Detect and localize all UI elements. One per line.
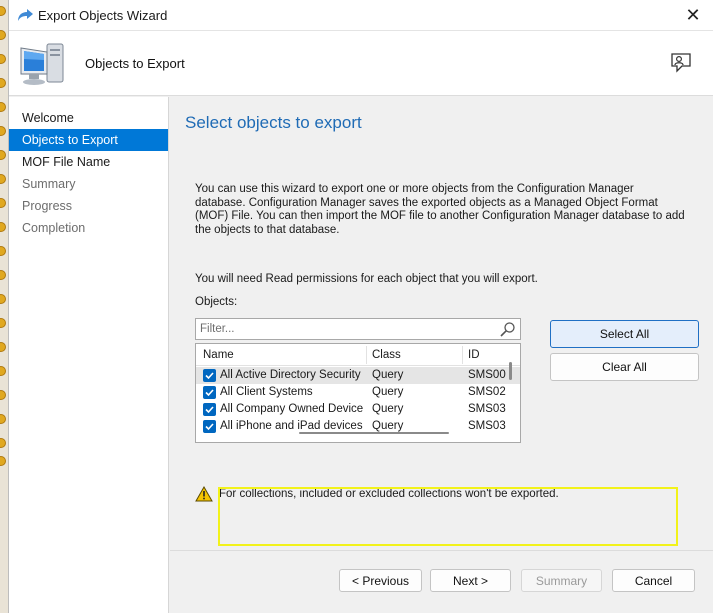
table-row[interactable]: All Client Systems Query SMS02: [196, 384, 520, 401]
desktop-icon: [0, 198, 6, 208]
person-help-icon[interactable]: [669, 51, 693, 75]
desktop-icon: [0, 318, 6, 328]
permissions-note: You will need Read permissions for each …: [195, 273, 538, 285]
column-header-name[interactable]: Name: [203, 349, 234, 361]
highlight-box: [218, 487, 678, 546]
desktop-icon: [0, 102, 6, 112]
column-divider[interactable]: [462, 346, 463, 364]
desktop-icon: [0, 438, 6, 448]
column-divider[interactable]: [366, 346, 367, 364]
desktop-icon: [0, 150, 6, 160]
close-icon[interactable]: ✕: [682, 4, 704, 26]
wizard-steps-sidebar: Welcome Objects to Export MOF File Name Sum…: [9, 97, 169, 613]
vertical-scrollbar[interactable]: [509, 362, 512, 380]
desktop-icon: [0, 456, 6, 466]
title-bar[interactable]: Export Objects Wizard ✕: [9, 0, 713, 31]
desktop-icon: [0, 246, 6, 256]
window-title: Export Objects Wizard: [38, 8, 168, 23]
table-row[interactable]: All Company Owned Devices Query SMS03: [196, 401, 520, 418]
sidebar-step-completion: Completion: [22, 221, 86, 235]
objects-table[interactable]: Name Class ID All Active Directory Secur…: [195, 343, 521, 443]
desktop-icon: [0, 174, 6, 184]
column-header-id[interactable]: ID: [468, 349, 480, 361]
sidebar-step-mof-file-name: MOF File Name: [22, 155, 111, 169]
wizard-header: Objects to Export: [9, 31, 713, 96]
row-checkbox[interactable]: [203, 369, 216, 382]
next-button[interactable]: Next >: [430, 569, 511, 592]
row-checkbox[interactable]: [203, 386, 216, 399]
cell-id: SMS03: [468, 420, 506, 432]
sidebar-step-progress: Progress: [22, 199, 73, 213]
row-checkbox[interactable]: [203, 420, 216, 433]
sidebar-step-summary: Summary: [22, 177, 76, 191]
clear-all-button[interactable]: Clear All: [550, 353, 699, 381]
cell-name: All iPhone and iPad devices: [220, 420, 363, 432]
desktop-icon: [0, 54, 6, 64]
search-icon[interactable]: [499, 321, 517, 338]
wizard-content: Select objects to export You can use thi…: [170, 97, 713, 613]
computer-icon: [20, 43, 64, 85]
desktop-icon: [0, 342, 6, 352]
table-row[interactable]: All Active Directory Security ... Query SM…: [196, 367, 520, 384]
footer-divider: [170, 550, 713, 551]
desktop-icon: [0, 270, 6, 280]
cell-class: Query: [372, 369, 404, 381]
cell-id: SMS00: [468, 369, 506, 381]
cell-class: Query: [372, 386, 404, 398]
desktop-icon: [0, 414, 6, 424]
cell-name: All Active Directory Security ...: [220, 369, 363, 381]
previous-button[interactable]: < Previous: [339, 569, 422, 592]
cell-class: Query: [372, 403, 404, 415]
filter-box[interactable]: [195, 318, 521, 340]
row-checkbox[interactable]: [203, 403, 216, 416]
summary-button[interactable]: Summary: [521, 569, 602, 592]
desktop-background-strip: [0, 0, 8, 613]
column-header-class[interactable]: Class: [372, 349, 401, 361]
desktop-icon: [0, 126, 6, 136]
select-all-button[interactable]: Select All: [550, 320, 699, 348]
desktop-icon: [0, 30, 6, 40]
desktop-icon: [0, 6, 6, 16]
wizard-window: Export Objects Wizard ✕ Objects to Expor…: [8, 0, 713, 613]
page-title: Select objects to export: [185, 113, 362, 132]
desktop-icon: [0, 222, 6, 232]
header-title: Objects to Export: [85, 56, 185, 71]
filter-input[interactable]: [200, 321, 490, 337]
cell-class: Query: [372, 420, 404, 432]
sidebar-step-welcome: Welcome: [22, 111, 74, 125]
cell-name: All Company Owned Devices: [220, 403, 363, 415]
wizard-description: You can use this wizard to export one or…: [195, 183, 685, 236]
cell-id: SMS03: [468, 403, 506, 415]
desktop-icon: [0, 294, 6, 304]
wizard-arrow-icon: [18, 9, 33, 21]
sidebar-step-objects-to-export: Objects to Export: [9, 129, 168, 151]
desktop-icon: [0, 366, 6, 376]
cancel-button[interactable]: Cancel: [612, 569, 695, 592]
desktop-icon: [0, 78, 6, 88]
warning-icon: [195, 486, 213, 502]
cell-id: SMS02: [468, 386, 506, 398]
objects-label: Objects:: [195, 296, 238, 308]
horizontal-scrollbar[interactable]: [299, 432, 449, 434]
table-header: Name Class ID: [196, 344, 520, 366]
desktop-icon: [0, 390, 6, 400]
cell-name: All Client Systems: [220, 386, 313, 398]
